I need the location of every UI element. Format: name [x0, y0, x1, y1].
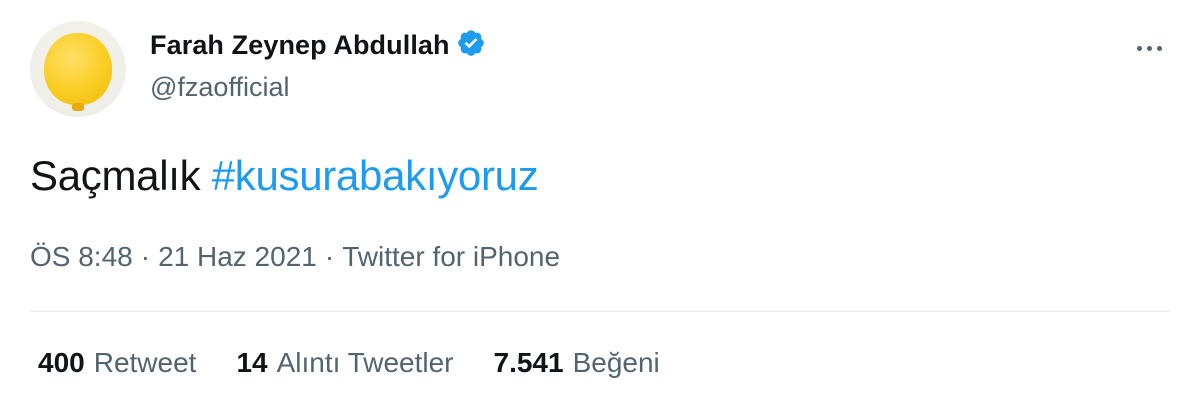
tweet-body: Saçmalık	[30, 152, 201, 199]
tweet-card: Farah Zeynep Abdullah @fzaofficial Saçma…	[0, 0, 1200, 417]
tweet-stats: 400 Retweet 14 Alıntı Tweetler 7.541 Beğeni	[38, 347, 700, 379]
stat-label: Beğeni	[572, 347, 660, 378]
author-display-name[interactable]: Farah Zeynep Abdullah	[150, 30, 450, 60]
stat-count: 7.541	[493, 347, 564, 378]
quote-tweets-count[interactable]: 14 Alıntı Tweetler	[236, 347, 453, 379]
tweet-source[interactable]: Twitter for iPhone	[342, 241, 560, 272]
stat-label: Alıntı Tweetler	[276, 347, 454, 378]
tweet-date[interactable]: 21 Haz 2021	[158, 241, 317, 272]
avatar[interactable]	[30, 21, 126, 117]
dot	[1146, 45, 1152, 51]
tweet-meta: ÖS 8:48 · 21 Haz 2021 · Twitter for iPhone	[30, 241, 560, 273]
tweet-time[interactable]: ÖS 8:48	[30, 241, 133, 272]
meta-separator: ·	[324, 241, 335, 272]
likes-count[interactable]: 7.541 Beğeni	[494, 347, 660, 379]
stat-count: 14	[236, 347, 268, 378]
balloon-shape	[44, 33, 112, 105]
author-handle[interactable]: @fzaofficial	[150, 72, 289, 103]
dot	[1136, 45, 1142, 51]
hashtag-link[interactable]: #kusurabakıyoruz	[212, 152, 539, 199]
dot	[1156, 45, 1162, 51]
meta-separator: ·	[140, 241, 151, 272]
more-options-icon[interactable]	[1131, 36, 1167, 60]
stat-label: Retweet	[93, 347, 197, 378]
divider	[30, 311, 1170, 312]
author-name-row: Farah Zeynep Abdullah	[150, 28, 486, 61]
tweet-text: Saçmalık #kusurabakıyoruz	[30, 152, 539, 200]
balloon-knot	[72, 103, 84, 111]
stat-count: 400	[38, 347, 85, 378]
retweet-count[interactable]: 400 Retweet	[38, 347, 196, 379]
verified-badge-icon	[457, 30, 484, 56]
